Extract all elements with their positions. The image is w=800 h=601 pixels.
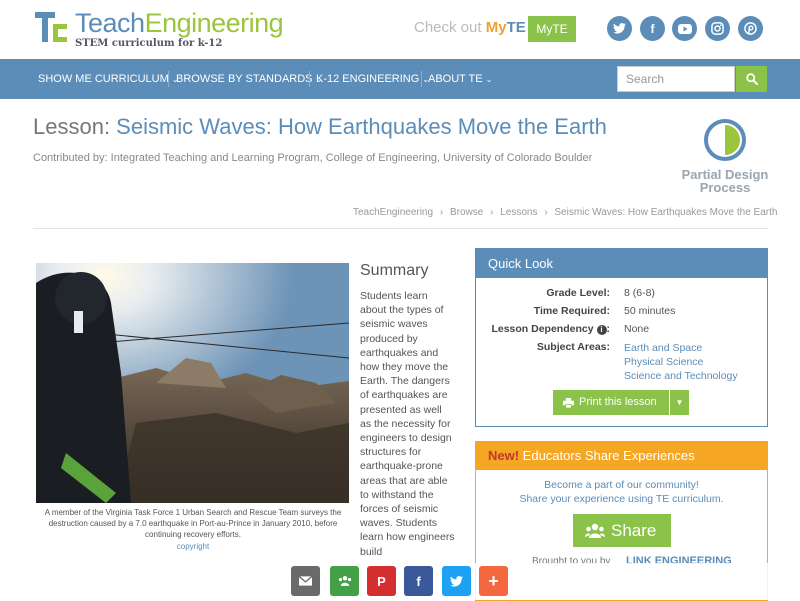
time-required-label: Time Required: [533, 305, 610, 317]
breadcrumb-browse[interactable]: Browse [450, 207, 483, 218]
time-required-value: 50 minutes [624, 305, 676, 317]
pinterest-share-icon[interactable]: P [367, 566, 396, 596]
logo-tagline: STEM curriculum for k-12 [75, 38, 223, 49]
design-process-badge[interactable]: Partial Design Process [672, 118, 778, 194]
print-options-dropdown[interactable]: ▼ [670, 390, 689, 415]
teachengineering-logo[interactable]: TeachEngineering STEM curriculum for k-1… [35, 8, 284, 49]
twitter-icon[interactable] [607, 16, 632, 41]
te-logo-icon [35, 10, 71, 46]
photo-caption: A member of the Virginia Task Force 1 Ur… [33, 507, 353, 552]
email-icon[interactable] [291, 566, 320, 596]
search-button[interactable] [736, 66, 767, 92]
youtube-icon[interactable] [672, 16, 697, 41]
divider [33, 228, 768, 229]
nav-show-me-curriculum[interactable]: SHOW ME CURRICULUM ⌄ [38, 59, 178, 99]
lesson-dependency-value: None [624, 323, 650, 335]
share-icon[interactable] [330, 566, 359, 596]
breadcrumb-lessons[interactable]: Lessons [500, 207, 537, 218]
summary-heading: Summary [360, 262, 429, 279]
breadcrumb-teachengineering[interactable]: TeachEngineering [353, 207, 433, 218]
plus-icon[interactable]: + [479, 566, 508, 596]
breadcrumb-current: Seismic Waves: How Earthquakes Move the … [554, 207, 778, 218]
breadcrumb: TeachEngineering › Browse › Lessons › Se… [353, 207, 778, 218]
subject-areas-label: Subject Areas: [536, 341, 610, 353]
nav-k12-engineering[interactable]: K-12 ENGINEERING ⌄ [316, 59, 429, 99]
subject-science-and-technology[interactable]: Science and Technology [624, 369, 738, 383]
nav-browse-by-standards[interactable]: BROWSE BY STANDARDS ⌄ [176, 59, 322, 99]
page-title: Lesson: Seismic Waves: How Earthquakes M… [33, 114, 607, 139]
pinterest-icon[interactable] [738, 16, 763, 41]
educators-share-title: New! Educators Share Experiences [476, 442, 767, 470]
quick-look-panel: Quick Look Grade Level: 8 (6-8) Time Req… [475, 248, 768, 427]
grade-level-label: Grade Level: [546, 287, 610, 299]
floating-share-bar [0, 563, 800, 600]
info-icon[interactable]: i [596, 325, 607, 335]
twitter-share-icon[interactable] [442, 566, 471, 596]
subject-areas-list: Earth and Space Physical Science Science… [624, 341, 738, 383]
checkout-myte-text: Check out MyTE [414, 19, 526, 36]
summary-text: Students learn about the types of seismi… [360, 290, 455, 558]
lesson-dependency-label: Lesson Dependency i: [491, 323, 610, 335]
quick-look-title: Quick Look [476, 249, 767, 278]
print-lesson-button[interactable]: Print this lesson [553, 390, 669, 415]
partial-design-icon [704, 119, 746, 161]
subject-physical-science[interactable]: Physical Science [624, 355, 738, 369]
design-process-line2: Process [699, 180, 751, 195]
print-icon [563, 398, 574, 408]
lesson-photo[interactable] [36, 263, 349, 503]
users-icon [585, 523, 605, 538]
search-icon [745, 73, 758, 85]
facebook-share-icon[interactable]: f [404, 566, 433, 596]
copyright-link[interactable]: copyright [33, 541, 353, 552]
nav-about-te[interactable]: ABOUT TE ⌄ [428, 59, 492, 99]
myte-button[interactable]: MyTE [528, 16, 576, 42]
educators-share-text: Become a part of our community! Share yo… [519, 479, 724, 505]
search-input[interactable]: Search [617, 66, 735, 92]
subject-earth-and-space[interactable]: Earth and Space [624, 341, 738, 355]
share-experience-button[interactable]: Share [573, 514, 671, 547]
contributed-by: Contributed by: Integrated Teaching and … [33, 152, 593, 164]
facebook-icon[interactable]: f [640, 16, 665, 41]
grade-level-value: 8 (6-8) [624, 287, 655, 299]
logo-title: TeachEngineering [75, 8, 284, 38]
instagram-icon[interactable] [705, 16, 730, 41]
site-header: TeachEngineering STEM curriculum for k-1… [0, 0, 800, 59]
